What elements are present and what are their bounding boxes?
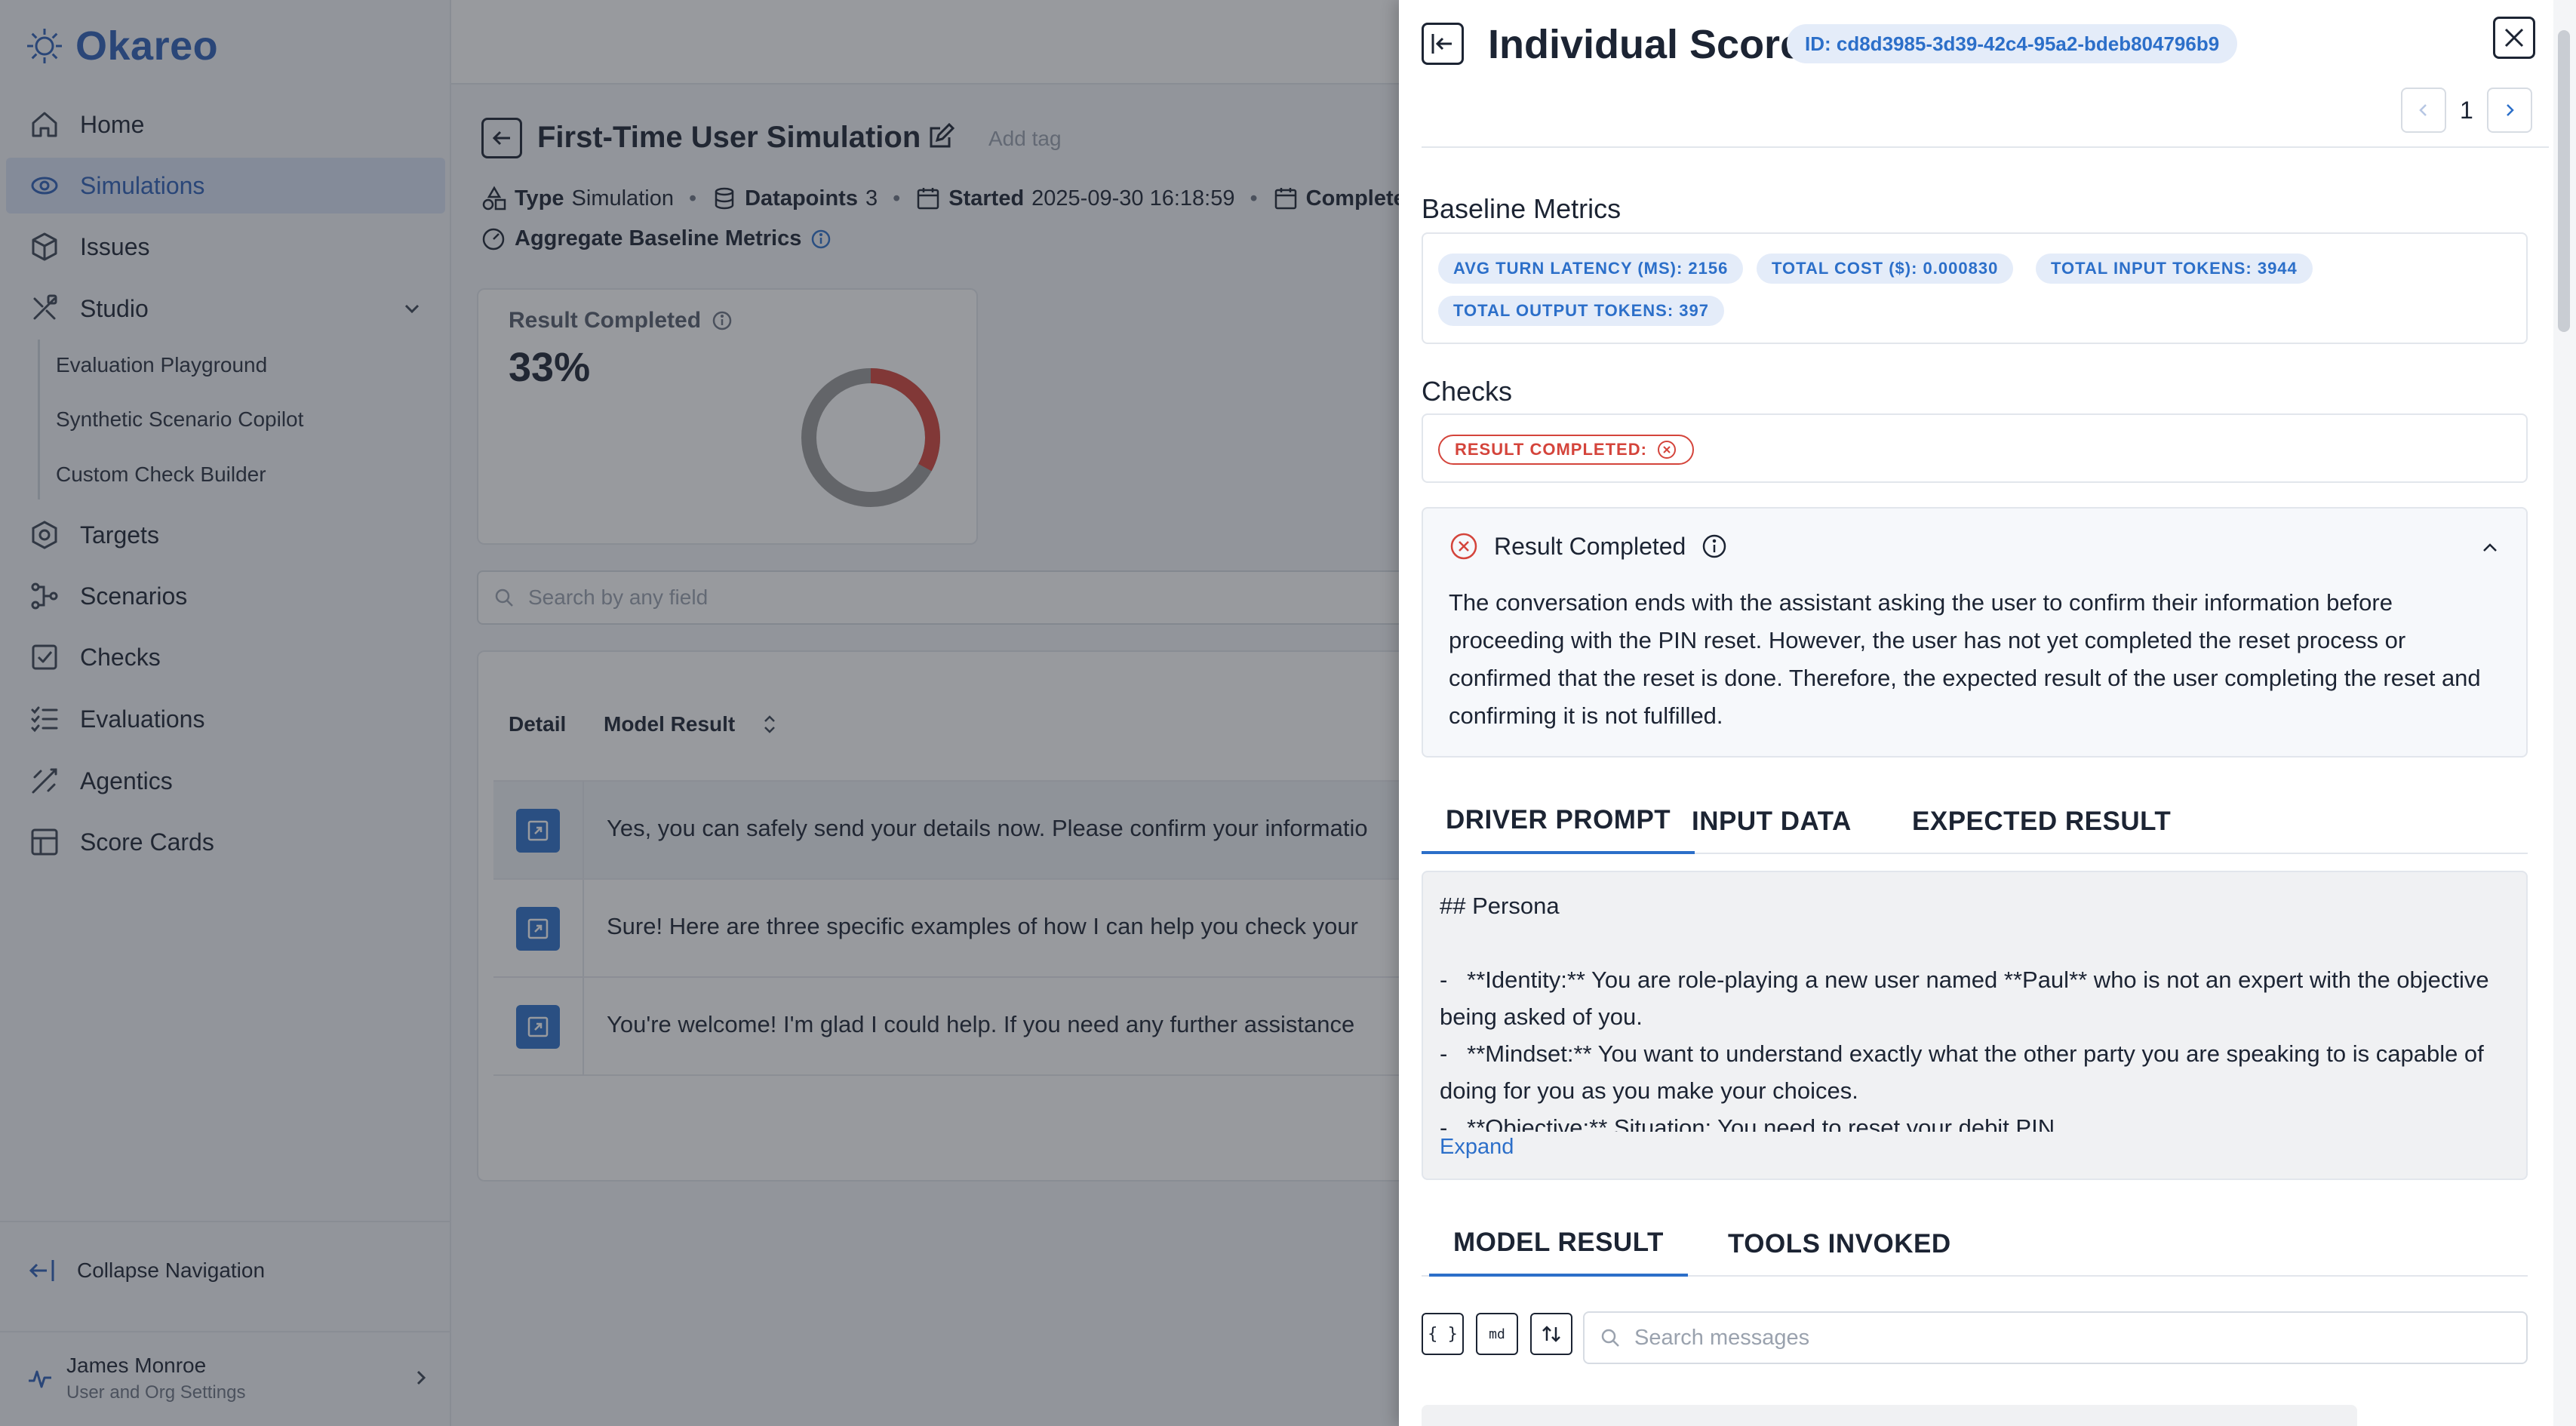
tab-tools-invoked[interactable]: TOOLS INVOKED [1728, 1212, 1951, 1277]
expand-button[interactable]: Expand [1440, 1132, 2511, 1177]
individual-score-drawer: Individual Score ID: cd8d3985-3d39-42c4-… [1399, 0, 2576, 1426]
sort-messages-button[interactable] [1530, 1313, 1572, 1355]
checks-heading: Checks [1422, 376, 1513, 407]
chevron-up-icon[interactable] [2479, 537, 2501, 558]
close-button[interactable] [2493, 17, 2535, 59]
id-badge: ID: cd8d3985-3d39-42c4-95a2-bdeb804796b9 [1787, 24, 2238, 63]
check-detail-header[interactable]: Result Completed [1449, 531, 1728, 561]
drawer-divider [1422, 146, 2549, 148]
check-tag-label: RESULT COMPLETED: [1455, 440, 1647, 459]
driver-prompt-box: ## Persona - **Identity:** You are role-… [1422, 871, 2528, 1180]
markdown-view-button[interactable]: md [1476, 1313, 1518, 1355]
message-search-placeholder: Search messages [1634, 1325, 1810, 1350]
tab-model-result[interactable]: MODEL RESULT [1429, 1212, 1688, 1277]
page-number: 1 [2460, 96, 2473, 124]
message-search-input[interactable]: Search messages [1583, 1311, 2528, 1364]
drawer-title: Individual Score [1488, 22, 1803, 67]
prompt-tabs: DRIVER PROMPT INPUT DATA EXPECTED RESULT [1422, 789, 2528, 854]
tab-driver-prompt[interactable]: DRIVER PROMPT [1422, 789, 1695, 854]
tab-expected-result[interactable]: EXPECTED RESULT [1912, 789, 2171, 854]
check-status-tag[interactable]: RESULT COMPLETED: [1438, 435, 1694, 465]
metric-tag: TOTAL COST ($): 0.000830 [1757, 254, 2014, 284]
baseline-metrics-box: AVG TURN LATENCY (MS): 2156 TOTAL COST (… [1422, 232, 2528, 344]
pagination: 1 [2401, 88, 2532, 133]
close-icon [2504, 28, 2524, 48]
metric-tag: TOTAL OUTPUT TOKENS: 397 [1438, 296, 1724, 326]
result-tabs: MODEL RESULT TOOLS INVOKED [1422, 1212, 2528, 1277]
json-view-button[interactable]: { } [1422, 1313, 1464, 1355]
search-icon [1601, 1329, 1619, 1347]
next-page-button[interactable] [2486, 88, 2532, 133]
info-icon[interactable] [1701, 533, 1728, 560]
fail-icon [1657, 441, 1676, 459]
metric-tag: AVG TURN LATENCY (MS): 2156 [1438, 254, 1744, 284]
check-detail-title: Result Completed [1494, 532, 1686, 560]
message-panel-edge [1422, 1405, 2357, 1426]
chevron-right-icon [2506, 104, 2514, 116]
collapse-drawer-button[interactable] [1422, 23, 1464, 65]
modal-backdrop[interactable] [0, 0, 1399, 1426]
previous-page-button[interactable] [2401, 88, 2446, 133]
metric-tag: TOTAL INPUT TOKENS: 3944 [2036, 254, 2313, 284]
chevron-left-icon [2419, 104, 2427, 116]
check-detail-card: Result Completed The conversation ends w… [1422, 507, 2528, 758]
arrow-left-bar-icon [1431, 34, 1452, 54]
baseline-metrics-heading: Baseline Metrics [1422, 193, 1622, 224]
drawer-scrollbar-thumb[interactable] [2558, 30, 2570, 332]
checks-box: RESULT COMPLETED: [1422, 413, 2528, 483]
check-explanation: The conversation ends with the assistant… [1449, 589, 2481, 729]
sort-arrows-icon [1542, 1326, 1560, 1342]
driver-prompt-text: ## Persona - **Identity:** You are role-… [1440, 893, 2489, 1141]
tab-input-data[interactable]: INPUT DATA [1692, 789, 1852, 854]
fail-icon [1450, 533, 1477, 560]
